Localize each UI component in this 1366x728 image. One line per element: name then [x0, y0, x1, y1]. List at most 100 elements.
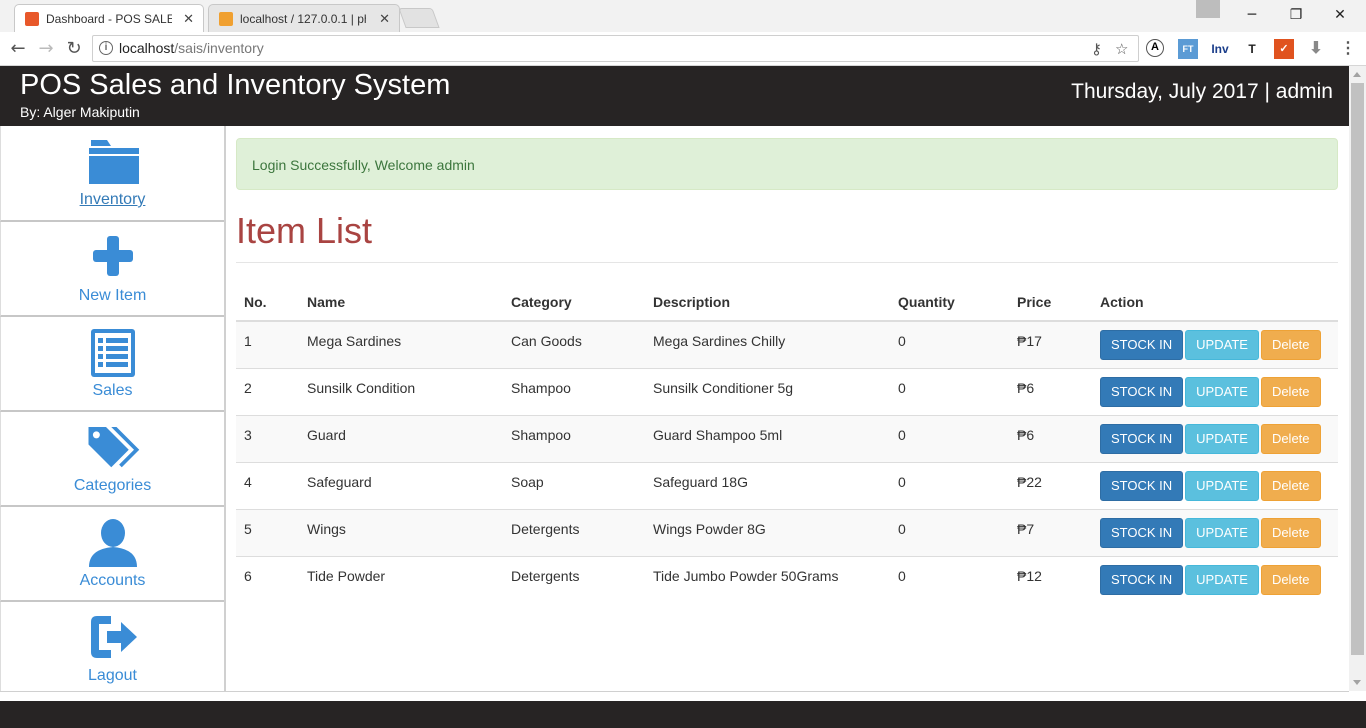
update-button[interactable]: UPDATE [1185, 470, 1259, 501]
login-success-alert: Login Successfully, Welcome admin [236, 138, 1338, 190]
cell-no: 4 [236, 461, 299, 509]
address-bar[interactable]: i localhost/sais/inventory ⚷ ☆ [92, 35, 1139, 62]
update-button[interactable]: UPDATE [1185, 423, 1259, 454]
date-user-label: Thursday, July 2017 | admin [1071, 80, 1333, 103]
app-header: POS Sales and Inventory System By: Alger… [0, 66, 1349, 126]
cell-name: Sunsilk Condition [299, 367, 503, 415]
cell-price: ₱7 [1009, 508, 1092, 556]
close-tab-icon[interactable]: ✕ [379, 11, 390, 27]
cell-no: 3 [236, 414, 299, 462]
scroll-down-icon[interactable] [1353, 680, 1361, 685]
profile-icon[interactable] [1196, 0, 1220, 18]
cell-name: Tide Powder [299, 555, 503, 603]
page-scrollbar[interactable] [1349, 66, 1366, 691]
extension-shield-icon[interactable]: ✓ [1274, 39, 1294, 59]
close-tab-icon[interactable]: ✕ [183, 11, 194, 27]
info-icon[interactable]: i [99, 41, 113, 55]
folder-icon [88, 140, 139, 184]
new-tab-button[interactable] [398, 8, 440, 28]
cell-price: ₱6 [1009, 414, 1092, 462]
cell-price: ₱17 [1009, 320, 1092, 368]
sidebar-item-label: Lagout [88, 667, 137, 684]
key-icon[interactable]: ⚷ [1091, 37, 1102, 62]
delete-button[interactable]: Delete [1260, 564, 1321, 595]
stock-in-button[interactable]: STOCK IN [1100, 470, 1184, 501]
app-footer [0, 701, 1366, 728]
cell-action: STOCK IN UPDATE Delete [1092, 555, 1338, 603]
cell-price: ₱22 [1009, 461, 1092, 509]
cell-quantity: 0 [890, 320, 1009, 368]
sidebar-item-categories[interactable]: Categories [0, 412, 224, 507]
update-button[interactable]: UPDATE [1185, 376, 1259, 407]
sidebar-item-accounts[interactable]: Accounts [0, 507, 224, 602]
cell-quantity: 0 [890, 555, 1009, 603]
menu-icon[interactable]: ⋮ [1338, 39, 1358, 59]
cell-no: 5 [236, 508, 299, 556]
cell-no: 2 [236, 367, 299, 415]
cell-quantity: 0 [890, 461, 1009, 509]
logout-icon [90, 616, 137, 658]
cell-category: Can Goods [503, 320, 645, 368]
app-subtitle: By: Alger Makiputin [20, 104, 140, 120]
browser-tab-bar: Dashboard - POS SALES ✕ localhost / 127.… [0, 0, 1366, 32]
update-button[interactable]: UPDATE [1185, 564, 1259, 595]
back-icon[interactable]: ← [6, 37, 30, 61]
browser-tab-phpmyadmin[interactable]: localhost / 127.0.0.1 | php ✕ [208, 4, 400, 32]
stock-in-button[interactable]: STOCK IN [1100, 376, 1184, 407]
table-row: 6 Tide Powder Detergents Tide Jumbo Powder … [236, 555, 1338, 603]
update-button[interactable]: UPDATE [1185, 517, 1259, 548]
stock-in-button[interactable]: STOCK IN [1100, 423, 1184, 454]
main-content: Login Successfully, Welcome admin Item L… [236, 126, 1338, 603]
table-row: 5 Wings Detergents Wings Powder 8G 0 ₱7 STOCK … [236, 508, 1338, 556]
delete-button[interactable]: Delete [1260, 376, 1321, 407]
cell-description: Sunsilk Conditioner 5g [645, 367, 890, 415]
cell-description: Wings Powder 8G [645, 508, 890, 556]
extension-t-icon[interactable]: T [1242, 39, 1262, 59]
cell-action: STOCK IN UPDATE Delete [1092, 367, 1338, 415]
update-button[interactable]: UPDATE [1185, 329, 1259, 360]
sidebar-item-sales[interactable]: Sales [0, 317, 224, 412]
scroll-up-icon[interactable] [1353, 72, 1361, 77]
cell-name: Mega Sardines [299, 320, 503, 368]
cell-action: STOCK IN UPDATE Delete [1092, 320, 1338, 368]
browser-tab-dashboard[interactable]: Dashboard - POS SALES ✕ [14, 4, 204, 32]
download-icon[interactable]: ⬇ [1306, 39, 1326, 59]
table-row: 2 Sunsilk Condition Shampoo Sunsilk Conditi… [236, 367, 1338, 415]
delete-button[interactable]: Delete [1260, 517, 1321, 548]
column-header-description: Description [645, 283, 890, 322]
sidebar-item-new-item[interactable]: New Item [0, 222, 224, 317]
cell-description: Safeguard 18G [645, 461, 890, 509]
delete-button[interactable]: Delete [1260, 470, 1321, 501]
user-icon [88, 519, 137, 567]
forward-icon[interactable]: → [34, 37, 58, 61]
stock-in-button[interactable]: STOCK IN [1100, 564, 1184, 595]
extension-inv-icon[interactable]: Inv [1208, 39, 1232, 59]
xampp-favicon-icon [25, 11, 39, 26]
stock-in-button[interactable]: STOCK IN [1100, 517, 1184, 548]
delete-button[interactable]: Delete [1260, 329, 1321, 360]
cell-action: STOCK IN UPDATE Delete [1092, 508, 1338, 556]
delete-button[interactable]: Delete [1260, 423, 1321, 454]
sidebar-item-logout[interactable]: Lagout [0, 602, 224, 697]
bookmark-star-icon[interactable]: ☆ [1115, 37, 1128, 62]
reload-icon[interactable]: ↻ [62, 37, 86, 61]
browser-toolbar: ← → ↻ i localhost/sais/inventory ⚷ ☆ A F… [0, 32, 1366, 66]
column-header-category: Category [503, 283, 645, 322]
table-header-row: No. Name Category Description Quantity P… [236, 283, 1338, 322]
cell-category: Shampoo [503, 367, 645, 415]
window-close-icon[interactable]: ✕ [1318, 0, 1362, 30]
cell-description: Mega Sardines Chilly [645, 320, 890, 368]
extension-ft-icon[interactable]: FT [1178, 39, 1198, 59]
url-host: localhost [119, 40, 175, 56]
table-row: 3 Guard Shampoo Guard Shampoo 5ml 0 ₱6 STOCK I… [236, 414, 1338, 462]
stock-in-button[interactable]: STOCK IN [1100, 329, 1184, 360]
sidebar-item-inventory[interactable]: Inventory [0, 126, 224, 222]
sidebar: Inventory New Item Sales Categories Acco… [0, 126, 226, 697]
tab-title: Dashboard - POS SALES [46, 11, 172, 26]
maximize-icon[interactable]: ❐ [1274, 0, 1318, 30]
extension-a-icon[interactable]: A [1146, 39, 1164, 57]
cell-category: Detergents [503, 555, 645, 603]
cell-quantity: 0 [890, 508, 1009, 556]
minimize-icon[interactable]: ─ [1230, 0, 1274, 30]
scrollbar-thumb[interactable] [1351, 83, 1364, 655]
